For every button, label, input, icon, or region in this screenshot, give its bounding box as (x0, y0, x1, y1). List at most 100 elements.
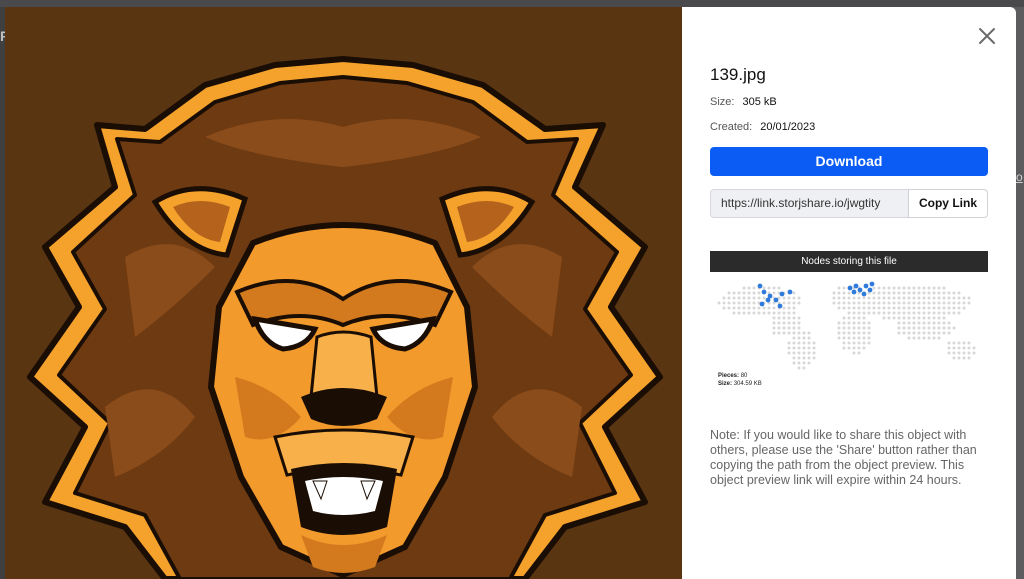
map-land-dot (877, 296, 881, 300)
map-land-dot (872, 311, 876, 315)
map-land-dot (842, 336, 846, 340)
map-land-dot (847, 336, 851, 340)
map-land-dot (912, 336, 916, 340)
map-land-dot (917, 291, 921, 295)
map-land-dot (937, 321, 941, 325)
map-land-dot (887, 301, 891, 305)
map-land-dot (897, 296, 901, 300)
map-land-dot (852, 306, 856, 310)
map-land-dot (792, 361, 796, 365)
file-name: 139.jpg (710, 65, 766, 84)
map-land-dot (767, 286, 771, 290)
map-land-dot (947, 311, 951, 315)
map-land-dot (847, 296, 851, 300)
map-land-dot (942, 316, 946, 320)
nodes-map: Nodes storing this file Pieces: 80 Size:… (710, 251, 988, 391)
map-land-dot (802, 356, 806, 360)
map-land-dot (912, 321, 916, 325)
map-land-dot (917, 331, 921, 335)
map-land-dot (942, 326, 946, 330)
map-land-dot (792, 296, 796, 300)
map-land-dot (957, 296, 961, 300)
map-land-dot (967, 356, 971, 360)
map-land-dot (752, 301, 756, 305)
map-land-dot (912, 291, 916, 295)
close-button[interactable] (976, 25, 998, 47)
map-land-dot (847, 331, 851, 335)
map-land-dot (792, 356, 796, 360)
storage-node-dot (863, 283, 869, 289)
storage-node-dot (861, 291, 867, 297)
map-land-dot (867, 336, 871, 340)
map-land-dot (842, 286, 846, 290)
map-land-dot (912, 316, 916, 320)
map-land-dot (932, 296, 936, 300)
map-land-dot (892, 296, 896, 300)
map-land-dot (937, 306, 941, 310)
map-land-dot (887, 286, 891, 290)
map-land-dot (792, 311, 796, 315)
storage-node-dot (757, 283, 763, 289)
map-land-dot (902, 301, 906, 305)
map-land-dot (917, 326, 921, 330)
map-land-dot (862, 326, 866, 330)
map-land-dot (792, 341, 796, 345)
map-land-dot (782, 316, 786, 320)
background-page-edge-right (1016, 7, 1024, 579)
map-land-dot (847, 291, 851, 295)
map-land-dot (777, 321, 781, 325)
map-land-dot (912, 296, 916, 300)
download-button[interactable]: Download (710, 147, 988, 176)
map-land-dot (812, 341, 816, 345)
map-land-dot (947, 341, 951, 345)
map-land-dot (792, 331, 796, 335)
map-land-dot (947, 296, 951, 300)
map-land-dot (752, 296, 756, 300)
map-land-dot (732, 306, 736, 310)
map-land-dot (907, 321, 911, 325)
map-land-dot (747, 296, 751, 300)
map-size-value: 304.59 KB (733, 381, 762, 387)
map-land-dot (742, 306, 746, 310)
map-land-dot (862, 331, 866, 335)
map-land-dot (932, 331, 936, 335)
map-land-dot (837, 296, 841, 300)
map-land-dot (802, 336, 806, 340)
map-land-dot (747, 311, 751, 315)
map-land-dot (782, 331, 786, 335)
map-land-dot (797, 326, 801, 330)
map-land-dot (907, 311, 911, 315)
copy-link-button[interactable]: Copy Link (908, 189, 988, 218)
map-land-dot (907, 326, 911, 330)
map-land-dot (852, 321, 856, 325)
map-land-dot (787, 311, 791, 315)
map-land-dot (967, 346, 971, 350)
map-land-dot (872, 306, 876, 310)
map-land-dot (802, 366, 806, 370)
storage-node-dot (851, 289, 857, 295)
map-land-dot (862, 301, 866, 305)
map-land-dot (787, 351, 791, 355)
map-land-dot (927, 316, 931, 320)
map-land-dot (787, 326, 791, 330)
map-land-dot (947, 346, 951, 350)
map-land-dot (922, 306, 926, 310)
map-land-dot (787, 301, 791, 305)
map-land-dot (837, 336, 841, 340)
storage-node-dot (847, 285, 853, 291)
storage-node-dot (765, 297, 771, 303)
map-land-dot (897, 291, 901, 295)
map-land-dot (917, 306, 921, 310)
map-land-dot (842, 301, 846, 305)
map-land-dot (942, 311, 946, 315)
map-land-dot (952, 306, 956, 310)
map-land-dot (752, 306, 756, 310)
map-land-dot (892, 286, 896, 290)
map-land-dot (797, 336, 801, 340)
map-land-dot (902, 296, 906, 300)
map-land-dot (872, 296, 876, 300)
share-link-field[interactable]: https://link.storjshare.io/jwgtity (710, 189, 908, 218)
map-land-dot (922, 311, 926, 315)
map-land-dot (967, 301, 971, 305)
map-land-dot (922, 301, 926, 305)
